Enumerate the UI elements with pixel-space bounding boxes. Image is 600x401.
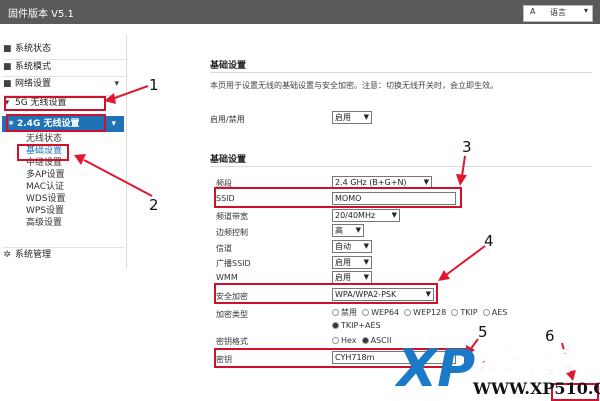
watermark-xp-text: XP [395, 339, 475, 399]
watermark-title: 系统之家 [477, 346, 581, 377]
watermark-logo: XP 系统之家 WWW.XP510.COM [395, 339, 600, 399]
annotation-number-1: 1 [149, 76, 159, 94]
annotation-number-2: 2 [149, 196, 159, 214]
annotation-number-3: 3 [462, 138, 472, 156]
annotation-number-4: 4 [484, 232, 494, 250]
watermark-url: WWW.XP510.COM [472, 379, 600, 398]
